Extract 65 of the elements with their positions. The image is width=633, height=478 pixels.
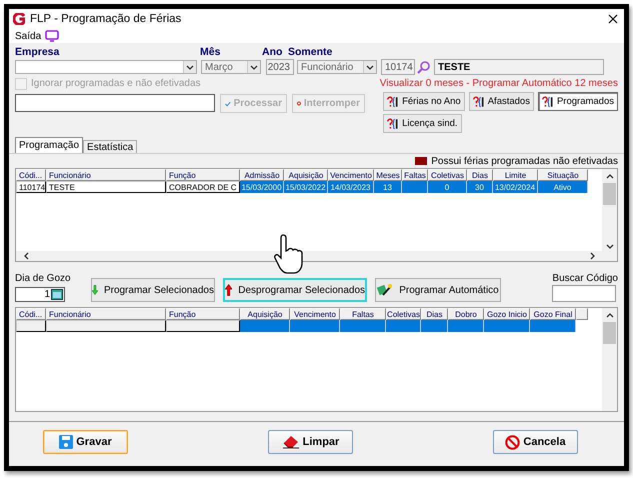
column-header[interactable]: Vencimento bbox=[290, 308, 340, 320]
table-cell: 15/03/2022 bbox=[284, 181, 328, 193]
table-cell: 15/03/2000 bbox=[240, 181, 284, 193]
year-field[interactable]: 2023 bbox=[266, 59, 294, 75]
save-button[interactable]: Gravar bbox=[43, 430, 128, 454]
column-header[interactable]: Dobro bbox=[448, 308, 484, 320]
lookup-button[interactable]: Férias no Ano bbox=[383, 92, 465, 111]
column-header[interactable]: Coletivas bbox=[386, 308, 421, 320]
cancel-button[interactable]: Cancela bbox=[493, 430, 578, 454]
column-header[interactable]: Funcionário bbox=[46, 308, 166, 320]
program-button[interactable]: Programar Automático bbox=[375, 278, 501, 302]
column-header[interactable]: Situação bbox=[538, 169, 588, 181]
table-cell: COBRADOR DE C bbox=[166, 181, 240, 193]
program-button[interactable]: Programar Selecionados bbox=[91, 278, 215, 302]
code-field[interactable]: 10174 bbox=[381, 59, 415, 75]
column-header[interactable]: Meses bbox=[374, 169, 402, 181]
field-label: Empresa bbox=[15, 46, 60, 58]
column-header[interactable]: Aquisição bbox=[284, 169, 328, 181]
column-header[interactable]: Função bbox=[166, 308, 240, 320]
table-cell: 0 bbox=[428, 181, 467, 193]
window-title: FLP - Programação de Férias bbox=[30, 13, 182, 25]
tab[interactable]: Programação bbox=[15, 137, 84, 153]
clear-button[interactable]: Limpar bbox=[268, 430, 353, 454]
column-header[interactable]: Limite bbox=[493, 169, 538, 181]
lookup-button[interactable]: Afastados bbox=[468, 92, 534, 111]
column-header[interactable]: Dias bbox=[421, 308, 448, 320]
day-field[interactable]: 1 bbox=[15, 287, 65, 302]
filter-dropdown[interactable]: Funcionário bbox=[297, 60, 377, 74]
column-header[interactable]: Vencimento bbox=[328, 169, 374, 181]
tab[interactable]: Estatística bbox=[83, 140, 138, 153]
column-header[interactable]: Aquisição bbox=[240, 308, 290, 320]
lookup-button[interactable]: Programados bbox=[538, 92, 618, 111]
month-dropdown[interactable]: Março bbox=[201, 60, 261, 74]
name-field[interactable]: TESTE bbox=[434, 59, 604, 75]
column-header[interactable]: Coletivas bbox=[428, 169, 467, 181]
column-header[interactable]: Funcionário bbox=[46, 169, 166, 181]
column-header[interactable]: Gozo Final bbox=[530, 308, 576, 320]
column-header[interactable]: Códi... bbox=[16, 169, 46, 181]
column-header[interactable]: Faltas bbox=[340, 308, 386, 320]
column-header[interactable]: Dias bbox=[467, 169, 493, 181]
field-label: Ano bbox=[262, 46, 284, 58]
lookup-button[interactable]: Licença sind. bbox=[383, 114, 462, 133]
data-grid[interactable]: Códi... Funcionário Função Admissão Aquisição Vencimento Meses Faltas Coletivas Dias Limite Situação 110174 TESTE COBRADOR DE C 15/03/2000 15/03/2022 14/03/2023 13 0 30 13/02/2024 Ativo bbox=[15, 168, 618, 262]
column-header[interactable]: Gozo Inicio bbox=[484, 308, 530, 320]
legend-label: Possui férias programadas não efetivadas bbox=[431, 156, 618, 166]
checkbox-label: Ignorar programadas e não efetivadas bbox=[31, 78, 201, 89]
program-button[interactable]: Desprogramar Selecionados bbox=[223, 278, 367, 302]
table-cell: TESTE bbox=[46, 181, 166, 193]
info-text: Visualizar 0 meses - Programar Automático 12 meses bbox=[380, 78, 618, 89]
column-header[interactable]: Admissão bbox=[240, 169, 284, 181]
field-label: Somente bbox=[288, 46, 332, 58]
column-header[interactable]: Códi... bbox=[16, 308, 46, 320]
data-grid[interactable]: Códi... Funcionário Função Aquisição Vencimento Faltas Coletivas Dias Dobro Gozo Inicio Gozo Final bbox=[15, 307, 618, 412]
menu-item[interactable]: Saída bbox=[15, 30, 42, 42]
table-cell: Ativo bbox=[538, 181, 588, 193]
field-label: Buscar Código bbox=[552, 273, 618, 284]
table-cell: 110174 bbox=[16, 181, 46, 193]
table-cell: 30 bbox=[467, 181, 493, 193]
column-header[interactable]: Função bbox=[166, 169, 240, 181]
field-label: Mês bbox=[200, 46, 222, 58]
table-cell: 14/03/2023 bbox=[328, 181, 374, 193]
column-header[interactable]: Faltas bbox=[402, 169, 428, 181]
field-label: Dia de Gozo bbox=[15, 273, 72, 284]
table-cell: 13 bbox=[374, 181, 402, 193]
table-cell: 13/02/2024 bbox=[493, 181, 538, 193]
